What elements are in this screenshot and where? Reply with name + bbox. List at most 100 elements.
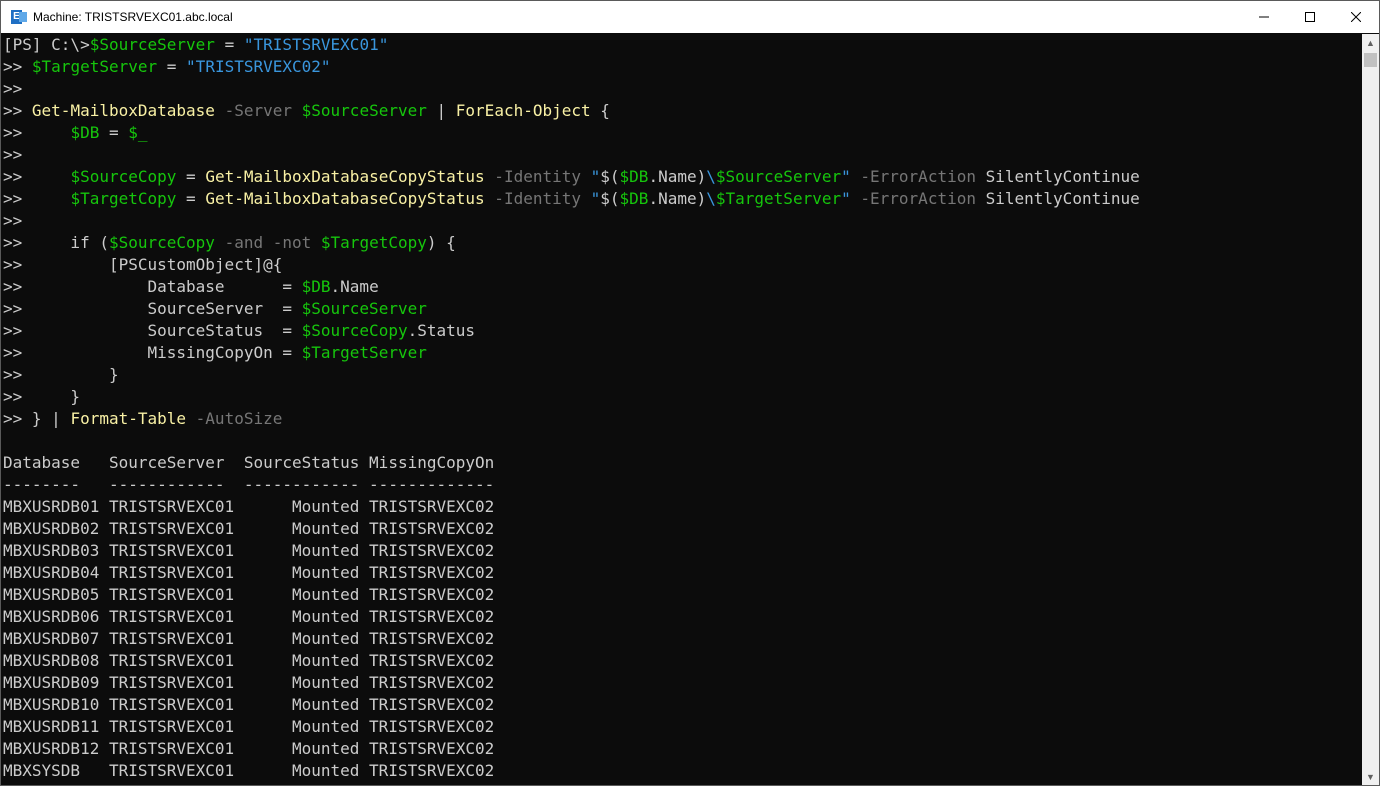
console-line: >> MissingCopyOn = $TargetServer [3, 342, 1361, 364]
console-line: >> SourceServer = $SourceServer [3, 298, 1361, 320]
console-token: ) { [426, 233, 456, 252]
console-line: >> $DB = $_ [3, 122, 1361, 144]
console-token: -and -not [214, 233, 312, 252]
console-token: -Identity [484, 167, 581, 186]
maximize-button[interactable] [1287, 1, 1333, 33]
console-token: \ [706, 189, 716, 208]
console-token: MBXUSRDB05 TRISTSRVEXC01 Mounted TRISTSR… [3, 585, 495, 604]
console-token: " [581, 167, 601, 186]
console-token: >> [3, 101, 32, 120]
maximize-icon [1305, 12, 1315, 22]
console-token [311, 233, 321, 252]
console-line: MBXUSRDB11 TRISTSRVEXC01 Mounted TRISTSR… [3, 716, 1361, 738]
console-token: Get-MailboxDatabaseCopyStatus [205, 167, 485, 186]
console-token: $SourceCopy [108, 233, 215, 252]
console-token: MBXUSRDB08 TRISTSRVEXC01 Mounted TRISTSR… [3, 651, 495, 670]
console-token: -Identity [484, 189, 581, 208]
console-token: -ErrorAction [850, 167, 976, 186]
console-token: SilentlyContinue [975, 189, 1140, 208]
console-token: -ErrorAction [850, 189, 976, 208]
console-token: MBXUSRDB03 TRISTSRVEXC01 Mounted TRISTSR… [3, 541, 495, 560]
console-token [292, 101, 302, 120]
window-title: Machine: TRISTSRVEXC01.abc.local [33, 10, 233, 24]
console-line: >> $SourceCopy = Get-MailboxDatabaseCopy… [3, 166, 1361, 188]
console-token: \ [706, 167, 716, 186]
console-line: >> $TargetCopy = Get-MailboxDatabaseCopy… [3, 188, 1361, 210]
console-token: $DB [619, 189, 649, 208]
close-button[interactable] [1333, 1, 1379, 33]
console-token: Database SourceServer SourceStatus Missi… [3, 453, 495, 472]
console-line: MBXUSRDB03 TRISTSRVEXC01 Mounted TRISTSR… [3, 540, 1361, 562]
console-token: >> Database = [3, 277, 302, 296]
console-token: $TargetCopy [70, 189, 177, 208]
console-token: -AutoSize [186, 409, 283, 428]
console-token: = [214, 35, 244, 54]
console-token: MBXUSRDB02 TRISTSRVEXC01 Mounted TRISTSR… [3, 519, 495, 538]
console-token: { [590, 101, 610, 120]
console-token: >> SourceServer = [3, 299, 302, 318]
console-token: MBXUSRDB06 TRISTSRVEXC01 Mounted TRISTSR… [3, 607, 495, 626]
console-line: MBXUSRDB08 TRISTSRVEXC01 Mounted TRISTSR… [3, 650, 1361, 672]
console-line: MBXUSRDB06 TRISTSRVEXC01 Mounted TRISTSR… [3, 606, 1361, 628]
console-line: MBXUSRDB12 TRISTSRVEXC01 Mounted TRISTSR… [3, 738, 1361, 760]
console-token: >> [3, 189, 71, 208]
console-token: $SourceServer [301, 299, 427, 318]
console-token: = [157, 57, 187, 76]
console-token: $DB [70, 123, 100, 142]
console-token: SilentlyContinue [975, 167, 1140, 186]
console-token: >> } | [3, 409, 71, 428]
console-token: $SourceServer [89, 35, 215, 54]
console-line: -------- ------------ ------------ -----… [3, 474, 1361, 496]
console-token: -------- ------------ ------------ -----… [3, 475, 495, 494]
console-token: " [581, 189, 601, 208]
console-token: $TargetServer [301, 343, 427, 362]
console-token: $TargetCopy [320, 233, 427, 252]
minimize-icon [1259, 16, 1269, 18]
vertical-scrollbar[interactable]: ▲ ▼ [1362, 34, 1379, 785]
close-icon [1351, 12, 1361, 22]
console-token: $_ [128, 123, 148, 142]
console-token: MBXUSRDB01 TRISTSRVEXC01 Mounted TRISTSR… [3, 497, 495, 516]
console-token: >> [3, 79, 23, 98]
console-token: Format-Table [70, 409, 187, 428]
console-token: .Name [330, 277, 379, 296]
console-token: "TRISTSRVEXC01" [243, 35, 389, 54]
scroll-up-icon[interactable]: ▲ [1362, 34, 1379, 51]
console-token: -Server [214, 101, 292, 120]
console-token: ForEach-Object [455, 101, 591, 120]
minimize-button[interactable] [1241, 1, 1287, 33]
console-token: " [841, 189, 851, 208]
scroll-down-icon[interactable]: ▼ [1362, 768, 1379, 785]
console-line: >> Database = $DB.Name [3, 276, 1361, 298]
console-token: >> [3, 211, 23, 230]
console-token: $( [600, 189, 620, 208]
console-token: $DB [301, 277, 331, 296]
console-line: >> } [3, 364, 1361, 386]
console-line: [PS] C:\>$SourceServer = "TRISTSRVEXC01" [3, 34, 1361, 56]
console-token: [PS] C:\> [3, 35, 90, 54]
console-token: $( [600, 167, 620, 186]
console-token: | [426, 101, 456, 120]
console-token: $SourceServer [301, 101, 427, 120]
exchange-management-shell-icon[interactable]: E [11, 9, 27, 25]
title-bar[interactable]: E Machine: TRISTSRVEXC01.abc.local [1, 1, 1379, 33]
console-token: .Name) [648, 167, 707, 186]
console-line: >> } | Format-Table -AutoSize [3, 408, 1361, 430]
console-line: >> [3, 78, 1361, 100]
console-token: MBXUSRDB04 TRISTSRVEXC01 Mounted TRISTSR… [3, 563, 495, 582]
console-token: >> SourceStatus = [3, 321, 302, 340]
console-token: $SourceCopy [70, 167, 177, 186]
console-token: = [176, 167, 206, 186]
scroll-thumb[interactable] [1364, 53, 1377, 67]
console-token: MBXUSRDB10 TRISTSRVEXC01 Mounted TRISTSR… [3, 695, 495, 714]
console-line: >> SourceStatus = $SourceCopy.Status [3, 320, 1361, 342]
console-token: >> } [3, 365, 119, 384]
console-token: MBXUSRDB11 TRISTSRVEXC01 Mounted TRISTSR… [3, 717, 495, 736]
console-token: $TargetServer [715, 189, 842, 208]
console-token: $SourceServer [715, 167, 842, 186]
console-line: MBXUSRDB10 TRISTSRVEXC01 Mounted TRISTSR… [3, 694, 1361, 716]
console-token: .Status [407, 321, 476, 340]
console-line: >> if ($SourceCopy -and -not $TargetCopy… [3, 232, 1361, 254]
window-controls [1241, 1, 1379, 33]
console-output[interactable]: [PS] C:\>$SourceServer = "TRISTSRVEXC01"… [1, 34, 1361, 785]
